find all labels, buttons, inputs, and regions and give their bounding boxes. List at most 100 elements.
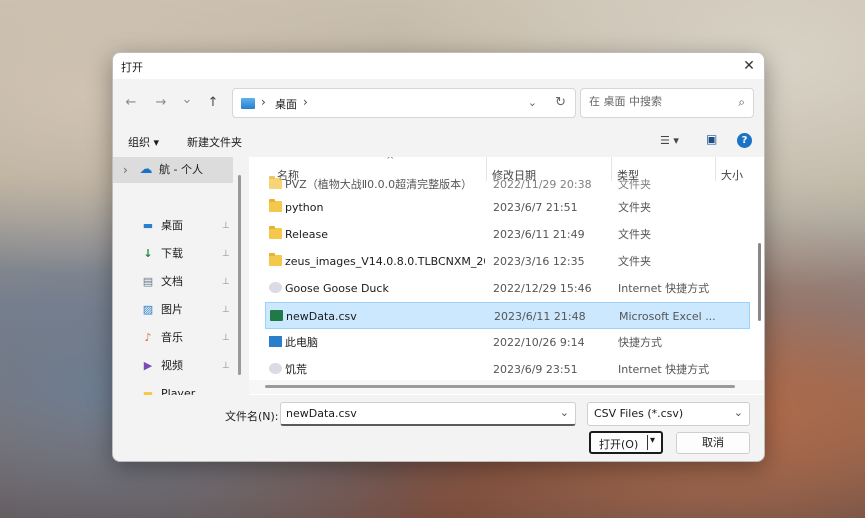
pin-icon[interactable]: ⊥ [222, 269, 230, 295]
sidebar-item-label: 航 - 个人 [159, 163, 203, 176]
folder-icon: ▬ [142, 387, 154, 395]
recent-locations-chevron-icon[interactable]: ⌄ [177, 91, 197, 109]
search-icon[interactable]: ⌕ [738, 95, 745, 110]
sidebar-item-label: 文档 [161, 275, 183, 288]
scrollbar-thumb[interactable] [758, 243, 761, 321]
command-toolbar: 组织 ▾ 新建文件夹 ☰ ▾ ▣ ? [113, 125, 764, 157]
sidebar-item-music[interactable]: ♪ 音乐 ⊥ [113, 325, 233, 351]
download-icon: ↓ [143, 247, 153, 260]
help-icon[interactable]: ? [737, 133, 752, 148]
file-date: 2023/6/9 23:51 [493, 363, 578, 376]
internet-shortcut-icon [269, 363, 282, 374]
file-date: 2022/10/26 9:14 [493, 336, 585, 349]
new-folder-button[interactable]: 新建文件夹 [187, 134, 242, 150]
excel-file-icon [270, 310, 283, 321]
file-name: zeus_images_V14.0.8.0.TLBCNXM_20... [285, 255, 485, 268]
cloud-icon: ☁ [139, 162, 153, 177]
sidebar-item-label: Player [161, 387, 196, 395]
open-file-dialog: 打开 ✕ ← → ⌄ ↑ › 桌面 › ⌄ ↻ ⌕ 组织 ▾ 新建文件夹 ☰ ▾… [112, 52, 765, 462]
file-date: 2023/6/11 21:48 [494, 310, 586, 323]
file-row[interactable]: Goose Goose Duck 2022/12/29 15:46 Intern… [265, 275, 750, 302]
sidebar-item-videos[interactable]: ▶ 视频 ⊥ [113, 353, 233, 379]
view-options-icon[interactable]: ☰ ▾ [660, 134, 679, 147]
filename-input[interactable] [286, 407, 546, 420]
folder-icon [269, 199, 282, 212]
file-type: Microsoft Excel ... [619, 310, 716, 323]
refresh-icon[interactable]: ↻ [555, 95, 566, 110]
sidebar-item-desktop[interactable]: ▬ 桌面 ⊥ [113, 213, 233, 239]
scrollbar-thumb[interactable] [265, 385, 735, 388]
file-row[interactable]: python 2023/6/7 21:51 文件夹 [265, 194, 750, 221]
cancel-button[interactable]: 取消 [676, 432, 750, 454]
pin-icon[interactable]: ⊥ [222, 353, 230, 379]
document-icon: ▤ [142, 275, 154, 288]
file-row[interactable]: 饥荒 2023/6/9 23:51 Internet 快捷方式 [265, 356, 750, 383]
filename-combobox[interactable]: ⌄ [280, 402, 576, 426]
filename-label: 文件名(N): [225, 410, 279, 423]
filetype-dropdown-chevron-icon[interactable]: ⌄ [734, 406, 743, 419]
forward-arrow-icon[interactable]: → [151, 94, 171, 112]
back-arrow-icon[interactable]: ← [121, 94, 141, 112]
dialog-footer: 文件名(N): ⌄ CSV Files (*.csv) ⌄ 打开(O) ▾ 取消 [113, 395, 764, 461]
pin-icon[interactable]: ⊥ [222, 241, 230, 267]
sidebar-item-pictures[interactable]: ▨ 图片 ⊥ [113, 297, 233, 323]
file-list-horizontal-scrollbar[interactable] [249, 380, 764, 394]
file-type: 文件夹 [618, 228, 651, 241]
file-type: Internet 快捷方式 [618, 282, 710, 295]
address-dropdown-chevron-icon[interactable]: ⌄ [528, 96, 537, 109]
open-options-arrow-icon[interactable]: ▾ [650, 435, 655, 446]
sidebar-scrollbar[interactable] [233, 157, 247, 395]
filename-dropdown-chevron-icon[interactable]: ⌄ [560, 406, 569, 419]
file-type: Internet 快捷方式 [618, 363, 710, 376]
preview-pane-icon[interactable]: ▣ [706, 132, 717, 146]
file-row-selected[interactable]: newData.csv 2023/6/11 21:48 Microsoft Ex… [265, 302, 750, 329]
pin-icon[interactable]: ⊥ [222, 297, 230, 323]
sidebar-item-label: 下载 [161, 247, 183, 260]
search-box[interactable]: ⌕ [580, 88, 754, 118]
picture-icon: ▨ [142, 303, 154, 316]
up-arrow-icon[interactable]: ↑ [203, 94, 223, 112]
sidebar-item-onedrive[interactable]: › ☁ 航 - 个人 [113, 157, 233, 183]
close-icon[interactable]: ✕ [734, 53, 764, 79]
sidebar-item-label: 桌面 [161, 219, 183, 232]
video-icon: ▶ [143, 359, 153, 372]
file-name: python [285, 201, 324, 214]
address-bar[interactable]: › 桌面 › ⌄ ↻ [232, 88, 576, 118]
navigation-bar: ← → ⌄ ↑ › 桌面 › ⌄ ↻ ⌕ [113, 79, 764, 125]
filetype-select[interactable]: CSV Files (*.csv) ⌄ [587, 402, 750, 426]
search-input[interactable] [589, 95, 729, 108]
file-name: Release [285, 228, 328, 241]
sidebar-item-downloads[interactable]: ↓ 下载 ⊥ [113, 241, 233, 267]
file-name: Goose Goose Duck [285, 282, 389, 295]
organize-menu-button[interactable]: 组织 ▾ [128, 134, 159, 150]
sort-ascending-icon: ^ [386, 157, 395, 166]
expand-chevron-icon[interactable]: › [123, 157, 128, 183]
sidebar-item-label: 视频 [161, 359, 183, 372]
title-bar: 打开 ✕ [113, 53, 764, 79]
file-date: 2023/6/11 21:49 [493, 228, 585, 241]
music-icon: ♪ [144, 331, 152, 344]
open-button-label: 打开(O) [599, 438, 639, 451]
sidebar-item-player[interactable]: ▬ Player [113, 381, 233, 395]
this-pc-shortcut-icon [269, 336, 282, 347]
file-type: 快捷方式 [618, 336, 662, 349]
filetype-value: CSV Files (*.csv) [594, 407, 684, 420]
file-type: 文件夹 [618, 201, 651, 214]
internet-shortcut-icon [269, 282, 282, 293]
pin-icon[interactable]: ⊥ [222, 325, 230, 351]
sidebar-item-label: 音乐 [161, 331, 183, 344]
file-row[interactable]: 此电脑 2022/10/26 9:14 快捷方式 [265, 329, 750, 356]
file-row[interactable]: Release 2023/6/11 21:49 文件夹 [265, 221, 750, 248]
file-list-vertical-scrollbar[interactable] [752, 181, 764, 381]
sidebar-item-documents[interactable]: ▤ 文档 ⊥ [113, 269, 233, 295]
dialog-title: 打开 [121, 61, 143, 74]
open-button[interactable]: 打开(O) ▾ [589, 431, 663, 454]
split-divider [647, 435, 648, 450]
breadcrumb-desktop[interactable]: 桌面 [275, 96, 297, 112]
file-type: 文件夹 [618, 255, 651, 268]
scrollbar-thumb[interactable] [238, 175, 241, 375]
file-date: 2022/12/29 15:46 [493, 282, 592, 295]
pin-icon[interactable]: ⊥ [222, 213, 230, 239]
breadcrumb-separator-icon[interactable]: › [303, 95, 308, 109]
file-row[interactable]: zeus_images_V14.0.8.0.TLBCNXM_20... 2023… [265, 248, 750, 275]
